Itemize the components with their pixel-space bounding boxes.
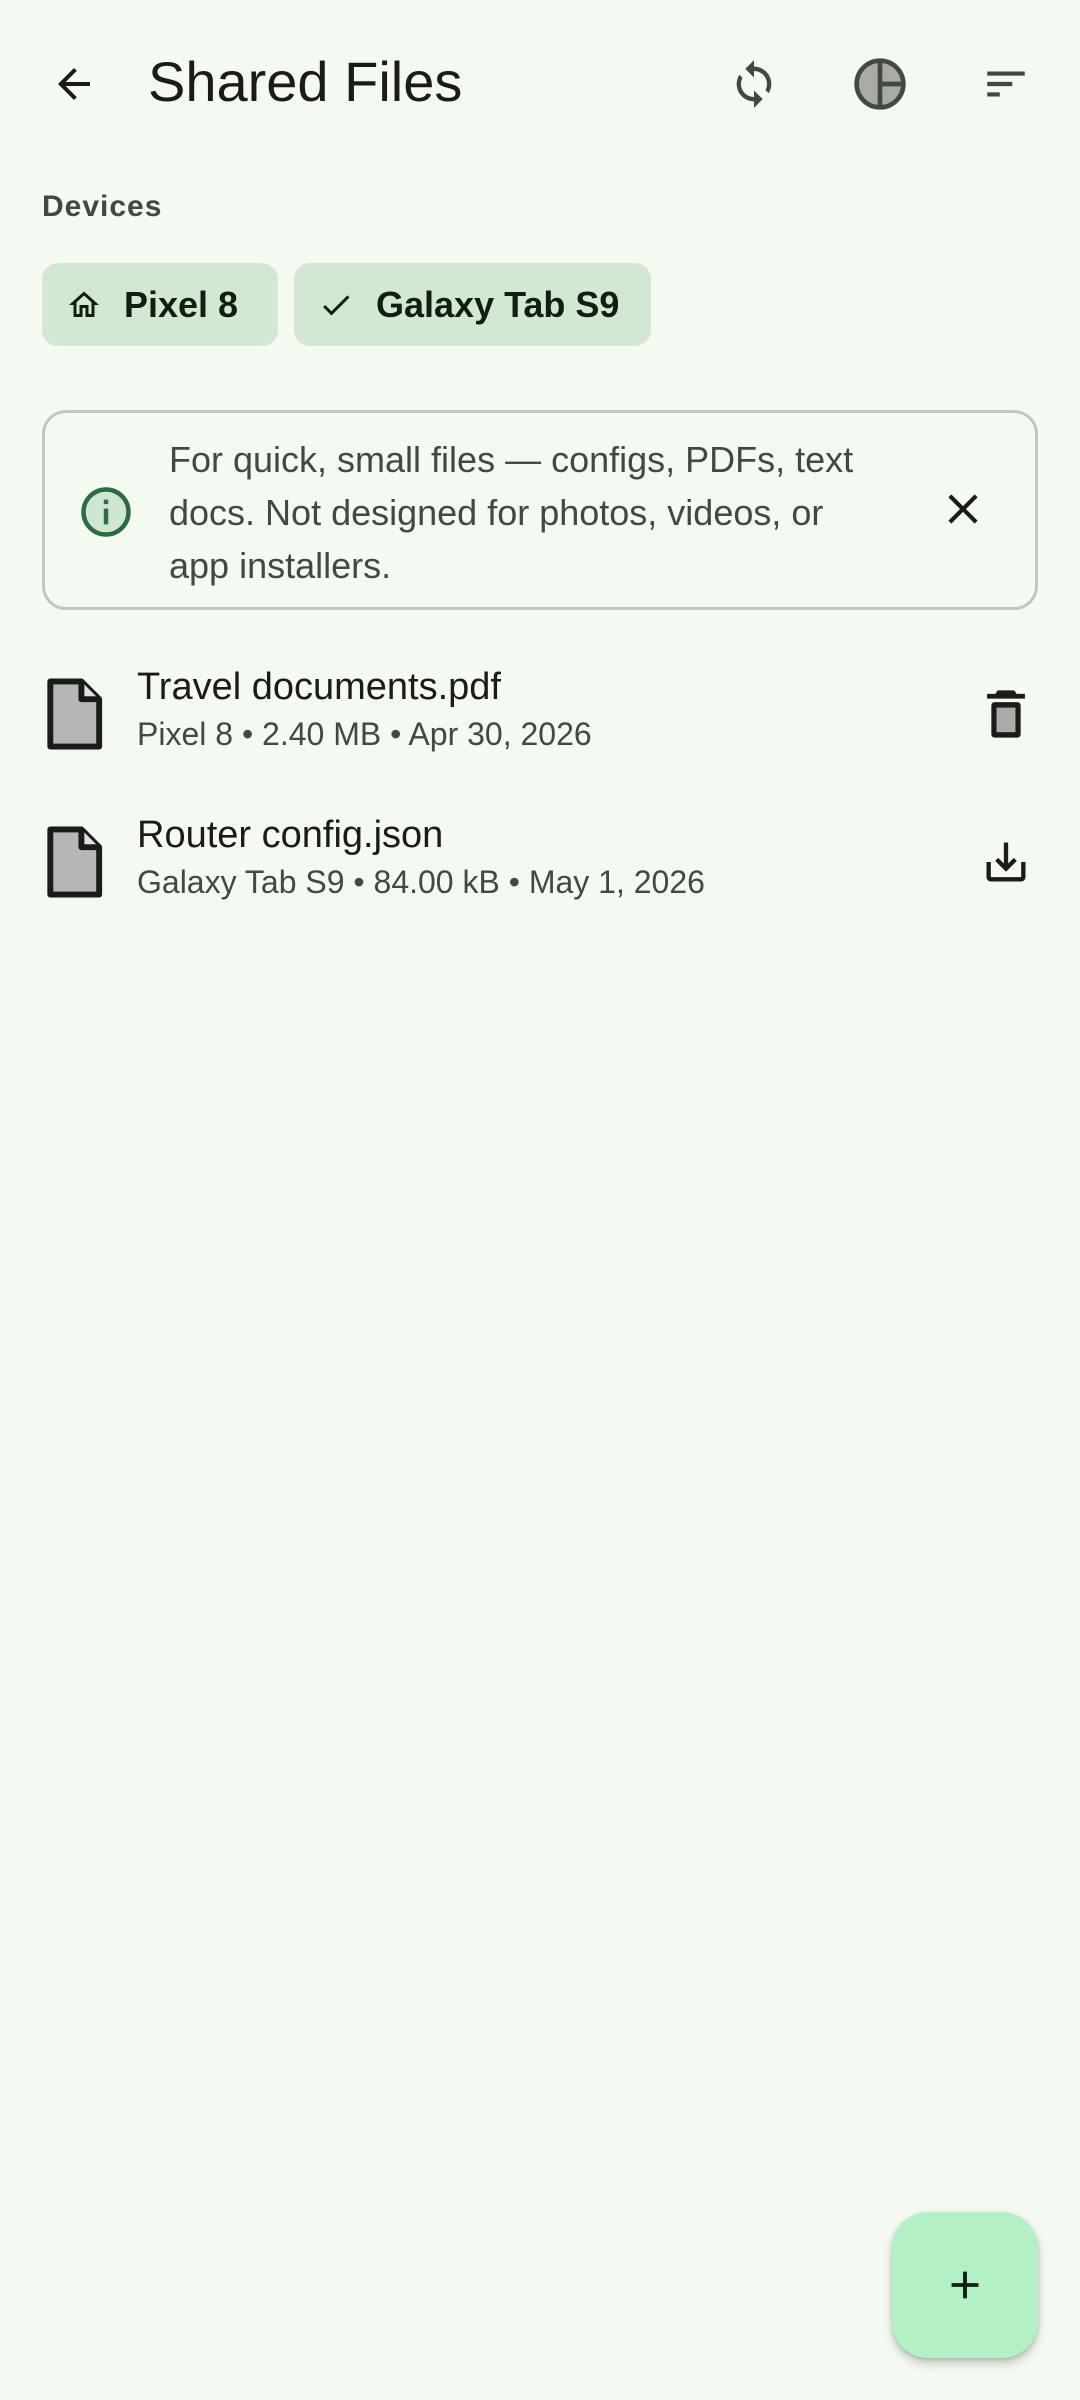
file-icon [44,677,104,751]
download-file-button[interactable] [958,814,1054,910]
home-icon [66,287,102,323]
device-chip-label: Pixel 8 [124,283,239,325]
arrow-back-icon [58,68,90,100]
add-file-fab[interactable] [892,2212,1038,2358]
download-icon [986,842,1026,882]
info-icon [79,485,133,539]
info-banner: For quick, small files — configs, PDFs, … [42,410,1038,610]
delete-file-button[interactable] [958,666,1054,762]
sync-button[interactable] [706,36,802,132]
sort-button[interactable] [958,36,1054,132]
info-banner-text: For quick, small files — configs, PDFs, … [169,439,854,586]
file-meta: Pixel 8 • 2.40 MB • Apr 30, 2026 [137,716,592,752]
file-list: Travel documents.pdf Pixel 8 • 2.40 MB •… [0,640,1080,936]
devices-section-label: Devices [42,190,163,223]
close-icon [948,494,978,524]
back-button[interactable] [26,36,122,132]
contrast-icon [854,58,906,110]
banner-close-button[interactable] [915,461,1011,557]
top-app-bar: Shared Files [0,0,1080,168]
shared-files-screen: Shared Files Devices Pixel 8 Galaxy Tab … [0,0,1080,2400]
device-chip-label: Galaxy Tab S9 [376,283,620,325]
file-list-item[interactable]: Router config.json Galaxy Tab S9 • 84.00… [0,788,1080,936]
add-icon [951,2271,979,2299]
file-list-item[interactable]: Travel documents.pdf Pixel 8 • 2.40 MB •… [0,640,1080,788]
theme-button[interactable] [832,36,928,132]
file-meta: Galaxy Tab S9 • 84.00 kB • May 1, 2026 [137,864,705,900]
check-icon [318,287,354,323]
delete-icon [987,690,1025,738]
file-name: Travel documents.pdf [137,666,501,708]
device-chip-pixel-8[interactable]: Pixel 8 [42,263,278,346]
sync-icon [736,60,772,108]
sort-icon [987,71,1025,97]
file-icon [44,825,104,899]
device-chip-galaxy-tab-s9[interactable]: Galaxy Tab S9 [294,263,651,346]
page-title: Shared Files [148,50,463,113]
file-name: Router config.json [137,814,444,856]
